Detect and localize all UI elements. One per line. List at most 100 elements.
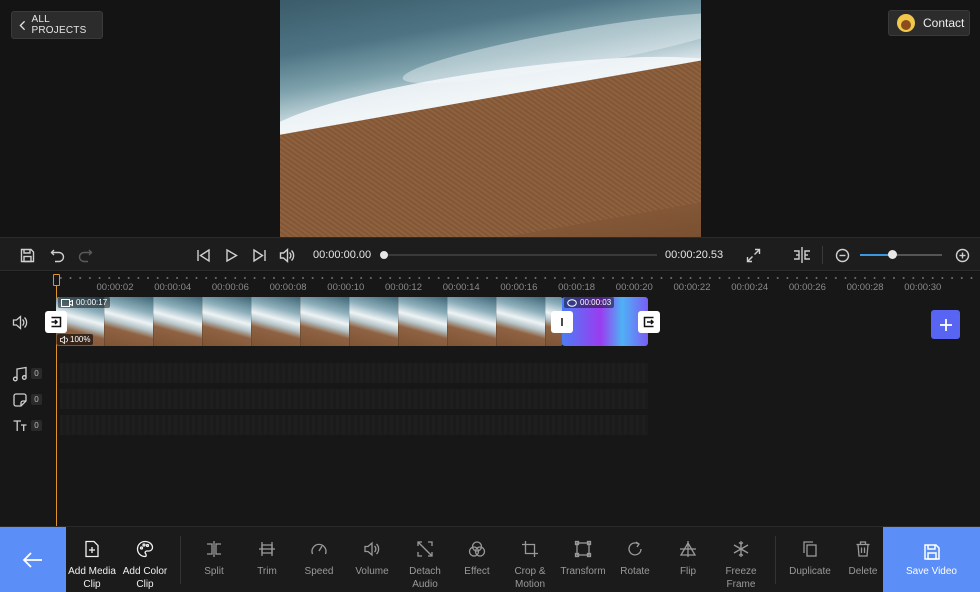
add-color-clip-button[interactable]: Add Color Clip [117, 540, 173, 591]
trim-button[interactable]: Trim [239, 540, 295, 578]
speed-button[interactable]: Speed [291, 540, 347, 578]
zoom-out-icon[interactable] [833, 246, 851, 264]
edit-toolbar: Add Media Clip Add Color Clip Split Trim… [0, 526, 980, 592]
redo-icon[interactable] [76, 246, 94, 264]
split-marker-icon [561, 318, 563, 326]
contact-button[interactable]: Contact [888, 10, 970, 36]
speedometer-icon [311, 543, 327, 555]
rotate-icon [628, 541, 642, 556]
volume-label: Volume [355, 566, 389, 577]
zoom-in-icon[interactable] [953, 246, 971, 264]
clip-transition-handle[interactable] [551, 311, 573, 333]
add-media-clip-label: Add Media Clip [68, 566, 116, 590]
crop-motion-button[interactable]: Crop & Motion [502, 540, 558, 591]
ruler-tick-label: 00:00:16 [500, 282, 538, 293]
clip-end-handle[interactable] [638, 311, 660, 333]
palette-icon [136, 540, 154, 558]
clip-thumbnail [350, 297, 399, 346]
snowflake-icon [733, 541, 749, 557]
ruler-tick-label: 00:00:08 [269, 282, 307, 293]
undo-icon[interactable] [48, 246, 66, 264]
playhead-handle[interactable] [53, 274, 60, 286]
delete-label: Delete [848, 566, 878, 577]
speed-label: Speed [304, 566, 334, 577]
clip-thumbnail [203, 297, 252, 346]
player-divider [822, 246, 823, 264]
video-preview [280, 0, 701, 237]
skip-end-icon[interactable] [250, 246, 268, 264]
play-icon[interactable] [222, 246, 240, 264]
flip-icon [679, 541, 697, 557]
trim-icon [259, 542, 275, 556]
detach-audio-icon [417, 541, 433, 557]
clip-thumbnail [301, 297, 350, 346]
add-file-icon [85, 540, 99, 558]
text-track-count: 0 [31, 420, 42, 431]
add-track-button[interactable] [931, 310, 960, 339]
rotate-label: Rotate [620, 566, 650, 577]
clip-thumbnail [448, 297, 497, 346]
save-video-label: Save Video [906, 566, 957, 577]
toolbar-divider [180, 536, 181, 584]
zoom-slider-knob[interactable] [888, 250, 898, 259]
duplicate-button[interactable]: Duplicate [782, 540, 838, 578]
text-track[interactable] [60, 415, 648, 435]
transform-label: Transform [560, 566, 606, 577]
back-button[interactable] [0, 527, 66, 592]
all-projects-button[interactable]: ALL PROJECTS [11, 11, 103, 39]
ruler-tick-label: 00:00:04 [154, 282, 192, 293]
ruler-tick-label: 00:00:18 [558, 282, 596, 293]
save-video-button[interactable]: Save Video [883, 527, 980, 592]
trim-end-icon [643, 316, 655, 328]
transform-button[interactable]: Transform [555, 540, 611, 578]
seek-knob[interactable] [380, 251, 388, 259]
zoom-slider[interactable] [860, 254, 942, 256]
ruler-tick-label: 00:00:14 [442, 282, 480, 293]
volume-icon[interactable] [278, 246, 296, 264]
clip-thumbnail [497, 297, 546, 346]
save-icon [923, 544, 940, 560]
music-note-icon [12, 366, 28, 382]
music-track[interactable] [60, 363, 648, 383]
add-media-clip-button[interactable]: Add Media Clip [64, 540, 120, 591]
freeze-frame-button[interactable]: Freeze Frame [713, 540, 769, 591]
flip-label: Flip [679, 566, 697, 577]
seek-bar[interactable] [383, 254, 657, 256]
duplicate-icon [803, 541, 817, 557]
toolbar-divider [775, 536, 776, 584]
clip-thumbnail [252, 297, 301, 346]
fullscreen-icon[interactable] [744, 246, 762, 264]
transform-icon [574, 540, 592, 558]
sticker-track[interactable] [60, 389, 648, 409]
save-project-icon[interactable] [18, 246, 36, 264]
skip-start-icon[interactable] [194, 246, 212, 264]
track-volume-icon[interactable] [12, 315, 28, 331]
duplicate-label: Duplicate [789, 566, 831, 577]
ruler-tick-label: 00:00:02 [96, 282, 134, 293]
crop-icon [522, 541, 538, 557]
video-clip[interactable] [56, 297, 563, 346]
split-label: Split [204, 566, 224, 577]
detach-audio-label: Detach Audio [409, 566, 441, 590]
clip-thumbnail [154, 297, 203, 346]
text-icon [12, 418, 28, 434]
volume-button[interactable]: Volume [344, 540, 400, 578]
snap-icon[interactable] [792, 245, 812, 265]
flip-button[interactable]: Flip [660, 540, 716, 578]
music-track-count: 0 [31, 368, 42, 379]
chevron-left-icon [19, 20, 26, 30]
effect-button[interactable]: Effect [449, 540, 505, 578]
ruler-tick-label: 00:00:12 [385, 282, 422, 293]
player-bar: 00:00:00.00 00:00:20.53 [0, 237, 980, 271]
arrow-left-icon [22, 552, 42, 568]
trash-icon [856, 541, 870, 557]
rotate-button[interactable]: Rotate [607, 540, 663, 578]
clip-volume-badge: 100% [57, 334, 94, 345]
split-button[interactable]: Split [186, 540, 242, 578]
detach-audio-button[interactable]: Detach Audio [397, 540, 453, 591]
timeline-ruler[interactable]: 00:00:02 00:00:04 00:00:06 00:00:08 00:00:10… [56, 272, 980, 296]
crop-motion-label: Crop & Motion [514, 566, 546, 590]
color-clip-duration-text: 00:00:03 [580, 298, 612, 307]
plus-icon [939, 318, 952, 331]
clip-start-handle[interactable] [45, 311, 67, 333]
